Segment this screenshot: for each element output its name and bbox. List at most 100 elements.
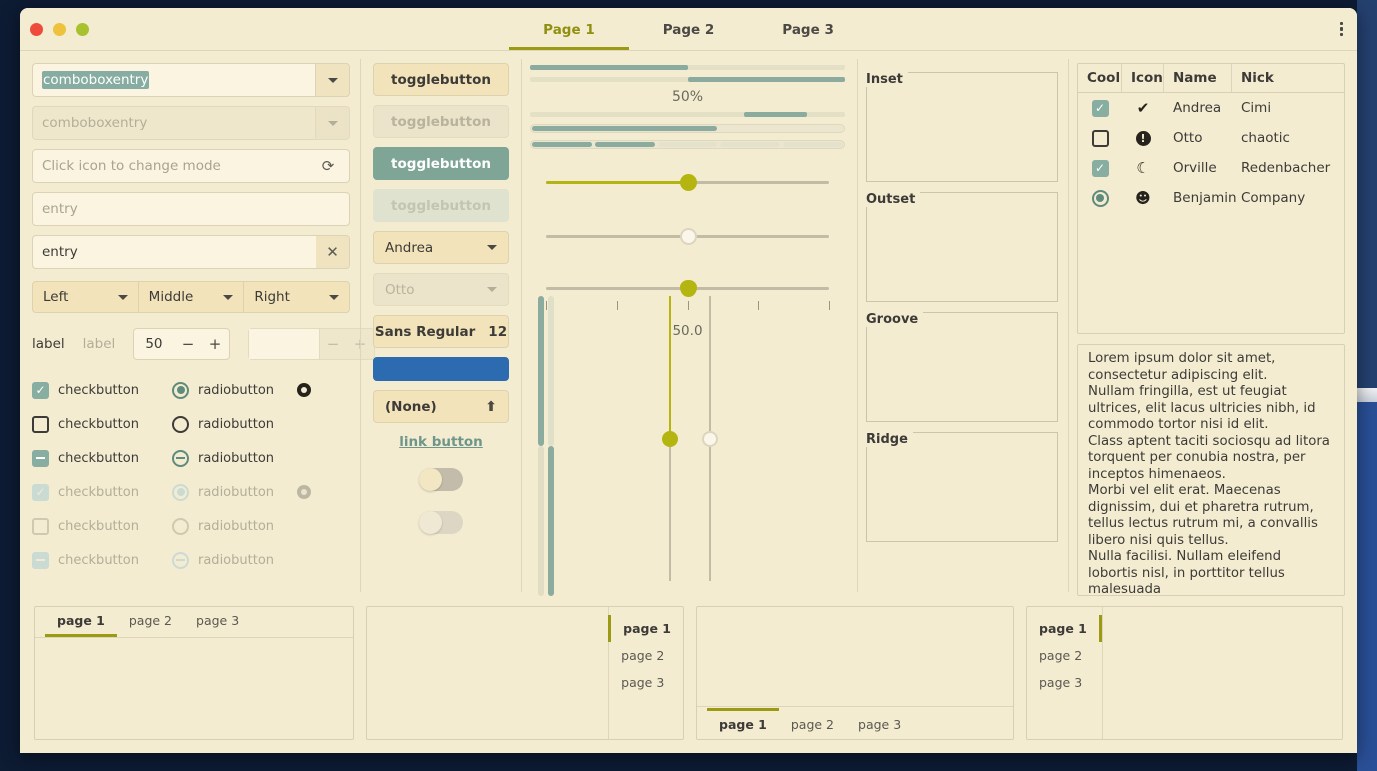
chevron-down-icon — [487, 245, 497, 250]
levelbar-vertical-1-track — [538, 446, 544, 596]
notebook-4-tabstrip: page 1 page 2 page 3 — [1027, 607, 1102, 739]
font-size-label: 12 — [488, 323, 508, 340]
radiobutton-unchecked[interactable]: radiobutton — [172, 415, 297, 433]
record-dot-icon[interactable] — [297, 383, 311, 397]
spinbutton-value[interactable]: 50 — [134, 336, 174, 352]
togglebutton-3-active[interactable]: togglebutton — [373, 147, 509, 180]
treeview[interactable]: Cool Icon Name Nick ✓ ✔︎ Andrea Cimi ! O… — [1077, 63, 1345, 334]
frame-legend: Groove — [866, 312, 924, 327]
widget-factory-window: Page 1 Page 2 Page 3 comboboxentry combo… — [20, 8, 1357, 753]
radio-icon — [172, 483, 189, 501]
spinbutton-decrement[interactable]: − — [175, 335, 202, 353]
progress-percent-label: 50% — [671, 89, 704, 105]
scale-handle[interactable] — [679, 174, 697, 191]
table-row[interactable]: ☻ Benjamin Company — [1078, 183, 1344, 213]
row-cool-cell[interactable] — [1078, 189, 1122, 207]
row-nick-cell: Redenbacher — [1241, 160, 1331, 176]
link-button[interactable]: link button — [373, 434, 509, 450]
icon-entry[interactable]: Click icon to change mode ⟳ — [32, 149, 350, 183]
textview[interactable]: Lorem ipsum dolor sit amet, consectetur … — [1077, 344, 1345, 596]
entry-placeholder-field[interactable]: entry — [32, 192, 350, 226]
togglebutton-1[interactable]: togglebutton — [373, 63, 509, 96]
notebook-3-tab-page-3[interactable]: page 3 — [846, 708, 913, 739]
scale-handle[interactable] — [679, 280, 697, 297]
notebook-4-tab-page-1[interactable]: page 1 — [1027, 615, 1102, 642]
notebook-3-tab-page-1[interactable]: page 1 — [707, 707, 779, 739]
notebook-1-tab-page-1[interactable]: page 1 — [45, 608, 117, 637]
checkbutton-unchecked[interactable]: checkbutton — [32, 415, 172, 433]
column-header-cool[interactable]: Cool — [1078, 64, 1122, 92]
background-window — [1357, 0, 1377, 771]
comboboxentry-input[interactable]: comboboxentry — [32, 63, 315, 97]
combobox-enabled-label: Andrea — [385, 239, 434, 256]
menubutton-right[interactable]: Right — [244, 281, 351, 313]
column-header-icon[interactable]: Icon — [1122, 64, 1164, 92]
notebook-2-tab-page-2[interactable]: page 2 — [609, 642, 683, 669]
column-header-name[interactable]: Name — [1164, 64, 1232, 92]
checkbox-icon[interactable]: ✓ — [1091, 99, 1109, 117]
frame-inset: Inset — [866, 72, 1058, 182]
spinbutton-increment[interactable]: + — [202, 335, 229, 353]
background-window-top — [1357, 0, 1377, 388]
row-cool-cell[interactable] — [1078, 129, 1122, 147]
refresh-icon[interactable]: ⟳ — [316, 157, 340, 175]
menubutton-left[interactable]: Left — [32, 281, 139, 313]
scale-vertical-1[interactable] — [660, 296, 680, 581]
checkbox-icon[interactable] — [1091, 129, 1109, 147]
chevron-down-icon — [327, 77, 338, 83]
levelbar-segment — [783, 142, 843, 147]
checkbutton-indeterminate[interactable]: checkbutton — [32, 449, 172, 467]
comboboxentry-arrow[interactable] — [315, 63, 350, 97]
comboboxentry-enabled[interactable]: comboboxentry — [32, 63, 350, 97]
notebook-1-tab-page-3[interactable]: page 3 — [184, 608, 251, 637]
scale-horizontal-2[interactable] — [530, 219, 845, 257]
column-header-nick[interactable]: Nick — [1232, 64, 1344, 92]
row-cool-cell[interactable]: ✓ — [1078, 159, 1122, 177]
comboboxentry-disabled: comboboxentry — [32, 106, 350, 140]
scale-handle[interactable] — [679, 228, 697, 245]
notebook-3-tab-page-2[interactable]: page 2 — [779, 708, 846, 739]
radio-icon — [172, 381, 189, 399]
radio-icon[interactable] — [1091, 189, 1109, 207]
color-chooser-button[interactable] — [373, 357, 509, 381]
scale-handle[interactable] — [702, 430, 718, 447]
scale-vertical-2[interactable] — [700, 296, 720, 581]
overflow-menu-icon[interactable] — [1339, 8, 1343, 50]
progressbar-3 — [530, 112, 845, 117]
row-cool-cell[interactable]: ✓ — [1078, 99, 1122, 117]
tab-page-3[interactable]: Page 3 — [748, 16, 868, 50]
clearable-entry-input[interactable]: entry — [32, 235, 316, 269]
menubutton-middle[interactable]: Middle — [138, 281, 245, 313]
radiobutton-indeterminate[interactable]: radiobutton — [172, 449, 297, 467]
icon-entry-row: Click icon to change mode ⟳ — [32, 149, 350, 183]
checkbutton-checked[interactable]: ✓ checkbutton — [32, 381, 172, 399]
table-row[interactable]: ✓ ☾ Orville Redenbacher — [1078, 153, 1344, 183]
checkbox-icon[interactable]: ✓ — [1091, 159, 1109, 177]
combobox-enabled[interactable]: Andrea — [373, 231, 509, 264]
record-dot-icon — [297, 485, 311, 499]
notebook-2-tab-page-3[interactable]: page 3 — [609, 669, 683, 696]
treeview-empty-area — [1078, 213, 1344, 333]
notebook-2-tab-page-1[interactable]: page 1 — [608, 615, 683, 642]
table-row[interactable]: ✓ ✔︎ Andrea Cimi — [1078, 93, 1344, 123]
table-row[interactable]: ! Otto chaotic — [1078, 123, 1344, 153]
notebook-1-tab-page-2[interactable]: page 2 — [117, 608, 184, 637]
scale-horizontal-1[interactable] — [530, 165, 845, 203]
row-name-cell: Benjamin — [1173, 190, 1237, 206]
spinbutton-enabled[interactable]: 50 − + — [133, 328, 230, 360]
notebook-4-tab-page-2[interactable]: page 2 — [1027, 642, 1102, 669]
switch-1[interactable] — [419, 468, 463, 491]
tab-page-2[interactable]: Page 2 — [629, 16, 749, 50]
clearable-entry[interactable]: entry ✕ — [32, 235, 350, 269]
frame-legend: Outset — [866, 192, 921, 207]
notebook-4-tab-page-3[interactable]: page 3 — [1027, 669, 1102, 696]
radiobutton-checked[interactable]: radiobutton — [172, 381, 297, 399]
background-window-titlebar — [1357, 388, 1377, 402]
comboboxentry-disabled-row: comboboxentry — [32, 106, 350, 140]
font-chooser-button[interactable]: Sans Regular 12 — [373, 315, 509, 348]
frame-ridge: Ridge — [866, 432, 1058, 542]
tab-page-1[interactable]: Page 1 — [509, 16, 629, 50]
clear-icon[interactable]: ✕ — [316, 235, 350, 269]
file-chooser-button[interactable]: (None) ⬆ — [373, 390, 509, 423]
scale-handle[interactable] — [662, 430, 678, 447]
